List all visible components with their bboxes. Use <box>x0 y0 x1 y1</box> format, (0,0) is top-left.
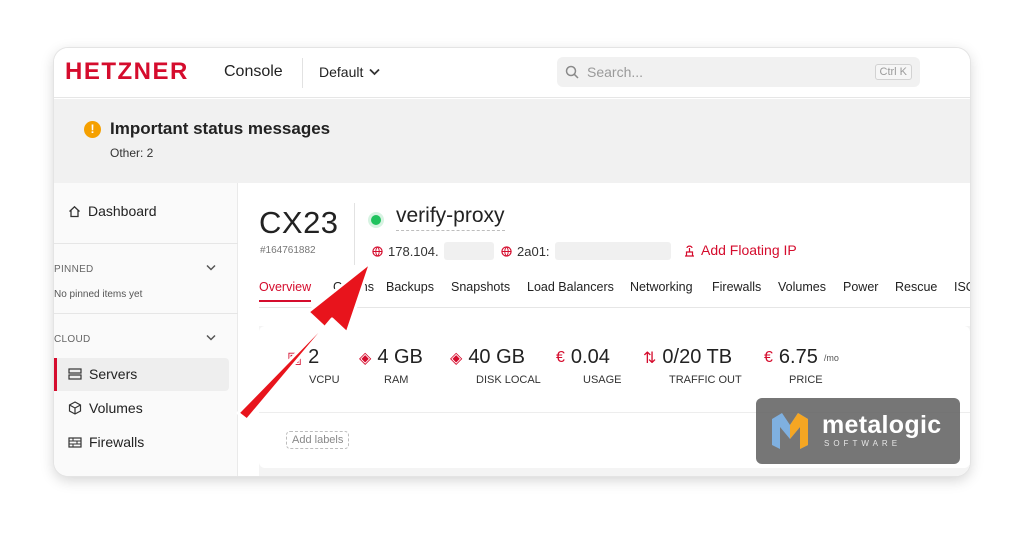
ipv4-address[interactable]: 178.104. <box>372 242 494 260</box>
server-icon <box>68 368 82 380</box>
section-label: CLOUD <box>54 334 91 345</box>
traffic-icon: ⇅ <box>643 349 657 367</box>
watermark-sub: SOFTWARE <box>824 439 902 448</box>
sidebar-item-label: Servers <box>89 366 138 382</box>
status-subtitle: Other: 2 <box>110 146 154 160</box>
sidebar-item-volumes[interactable]: Volumes <box>68 400 143 416</box>
stat-value: 6.75 <box>778 346 818 368</box>
chevron-down-icon <box>206 264 216 271</box>
add-floating-ip-button[interactable]: Add Floating IP <box>683 242 797 258</box>
tab-volumes[interactable]: Volumes <box>778 280 826 294</box>
stat-traffic-out: ⇅ 0/20 TB TRAFFIC OUT <box>643 346 742 386</box>
server-type: CX23 <box>259 205 339 240</box>
ipv4-value: 178.104. <box>388 243 439 259</box>
sidebar-item-label: Firewalls <box>89 434 145 450</box>
stat-price: €6.75/mo PRICE <box>764 346 839 386</box>
sidebar-item-servers[interactable]: Servers <box>68 366 137 382</box>
stat-value: 0/20 TB <box>662 346 733 368</box>
tab-iso[interactable]: ISO <box>954 280 970 294</box>
redacted-block <box>443 242 494 260</box>
search-input[interactable]: Search... <box>587 64 875 80</box>
server-name[interactable]: verify-proxy <box>396 204 505 231</box>
globe-icon <box>501 245 512 257</box>
tab-overview[interactable]: Overview <box>259 280 312 302</box>
floating-ip-icon <box>685 245 694 257</box>
pinned-empty-text: No pinned items yet <box>54 289 143 300</box>
server-id: #164761882 <box>260 245 316 256</box>
floating-ip-label: Add Floating IP <box>701 242 797 258</box>
stat-usage: €0.04 USAGE <box>556 346 622 386</box>
sidebar-item-label: Volumes <box>89 400 143 416</box>
stat-label: VCPU <box>309 374 340 386</box>
sidebar-item-label: Dashboard <box>88 203 157 219</box>
project-selector[interactable]: Default <box>319 64 380 80</box>
app-name: Console <box>224 63 283 80</box>
stat-value: 40 GB <box>468 346 526 368</box>
euro-icon: € <box>556 348 565 366</box>
hetzner-logo[interactable]: HETZNER <box>65 58 189 86</box>
stat-value: 2 <box>308 346 320 368</box>
stat-label: USAGE <box>583 374 622 386</box>
sidebar-divider <box>54 313 238 314</box>
euro-icon: € <box>764 348 773 366</box>
tab-networking[interactable]: Networking <box>630 280 693 294</box>
chevron-down-icon <box>206 334 216 341</box>
redacted-block <box>554 242 671 260</box>
stat-label: PRICE <box>789 374 823 386</box>
stat-value: 4 GB <box>377 346 423 368</box>
firewall-icon <box>68 437 82 448</box>
topbar: HETZNER Console Default Search... Ctrl K <box>54 48 970 98</box>
globe-icon <box>372 245 383 257</box>
tab-graphs[interactable]: Graphs <box>333 280 374 294</box>
section-label: PINNED <box>54 264 94 275</box>
tab-rescue[interactable]: Rescue <box>895 280 937 294</box>
search-shortcut: Ctrl K <box>874 64 912 80</box>
watermark: metalogic SOFTWARE <box>756 398 960 464</box>
status-online-dot <box>371 215 381 225</box>
stat-value: 0.04 <box>570 346 610 368</box>
stat-label: RAM <box>384 374 409 386</box>
stat-ram: ◈ 4 GB RAM <box>359 346 423 386</box>
chevron-down-icon <box>369 68 380 76</box>
cpu-icon: ▣ <box>287 349 303 367</box>
memory-icon: ◈ <box>359 349 372 367</box>
stat-vcpu: ▣ 2 VCPU <box>287 346 340 386</box>
tab-snapshots[interactable]: Snapshots <box>451 280 510 294</box>
status-banner[interactable]: ! Important status messages Other: 2 <box>54 99 970 183</box>
header-divider <box>354 203 355 265</box>
status-title: Important status messages <box>110 119 331 138</box>
search-box[interactable]: Search... Ctrl K <box>557 57 920 87</box>
stat-disk: ◈ 40 GB DISK LOCAL <box>450 346 541 386</box>
stat-unit: /mo <box>823 352 839 363</box>
sidebar: Dashboard PINNED No pinned items yet CLO… <box>54 183 238 476</box>
sidebar-divider <box>54 243 238 244</box>
warning-icon: ! <box>84 121 101 138</box>
stat-label: DISK LOCAL <box>476 374 541 386</box>
cube-icon <box>68 401 82 415</box>
tab-firewalls[interactable]: Firewalls <box>712 280 761 294</box>
tab-load-balancers[interactable]: Load Balancers <box>527 280 614 294</box>
ipv6-value: 2a01: <box>517 243 550 259</box>
disk-icon: ◈ <box>450 349 463 367</box>
topbar-divider <box>302 58 303 88</box>
search-icon <box>565 65 579 79</box>
metalogic-logo-icon <box>772 413 808 449</box>
ipv6-address[interactable]: 2a01: <box>501 242 671 260</box>
add-labels-button[interactable]: Add labels <box>286 431 350 449</box>
project-name: Default <box>319 64 364 80</box>
server-tabs: Overview Graphs Backups Snapshots Load B… <box>259 280 970 308</box>
stat-label: TRAFFIC OUT <box>669 374 742 386</box>
sidebar-item-dashboard[interactable]: Dashboard <box>68 203 157 219</box>
tab-backups[interactable]: Backups <box>386 280 434 294</box>
home-icon <box>69 205 80 217</box>
watermark-name: metalogic <box>822 411 942 439</box>
tab-power[interactable]: Power <box>843 280 878 294</box>
sidebar-item-firewalls[interactable]: Firewalls <box>68 434 144 450</box>
